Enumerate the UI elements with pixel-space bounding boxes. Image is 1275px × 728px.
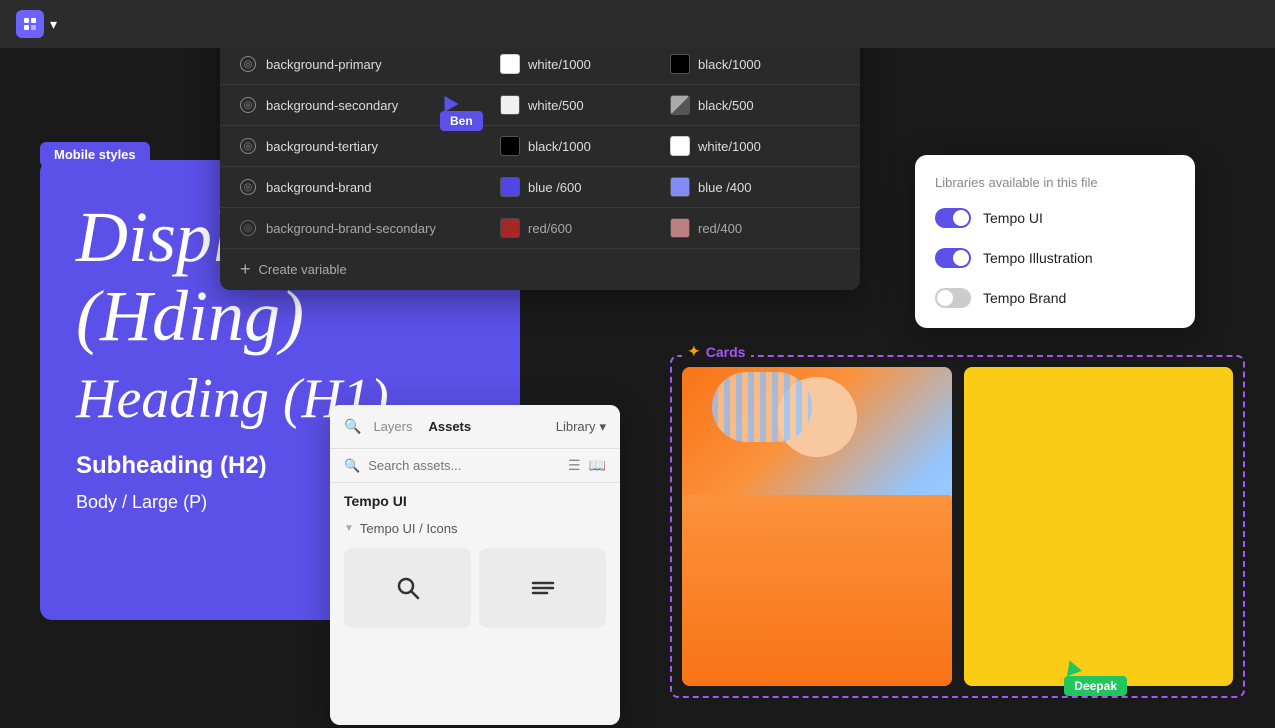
dropdown-chevron-icon: ▾ bbox=[599, 419, 606, 435]
search-icon-small: 🔍 bbox=[344, 458, 360, 474]
assets-panel-header: 🔍 Layers Assets Library ▾ bbox=[330, 405, 620, 449]
var-name: background-primary bbox=[240, 56, 500, 72]
library-dropdown[interactable]: Library ▾ bbox=[556, 419, 606, 435]
cursor-deepak-arrow-icon bbox=[1062, 658, 1082, 677]
card-image-person bbox=[682, 367, 952, 686]
cursor-arrow-icon bbox=[438, 92, 459, 112]
tab-layers[interactable]: Layers bbox=[369, 417, 416, 436]
assets-subsection[interactable]: ▼ Tempo UI / Icons bbox=[330, 515, 620, 540]
dark-swatch bbox=[670, 218, 690, 238]
library-item[interactable]: Tempo Brand bbox=[935, 288, 1175, 308]
book-icon[interactable]: 📖 bbox=[589, 457, 606, 474]
var-dark-value: red/400 bbox=[670, 218, 840, 238]
grid-view-icon[interactable]: ☰ bbox=[568, 457, 581, 474]
var-light-value: white/1000 bbox=[500, 54, 670, 74]
dark-swatch bbox=[670, 136, 690, 156]
assets-panel: 🔍 Layers Assets Library ▾ 🔍 ☰ 📖 Tempo UI… bbox=[330, 405, 620, 725]
table-row[interactable]: background-secondary white/500 black/500 bbox=[220, 85, 860, 126]
var-light-value: red/600 bbox=[500, 218, 670, 238]
cursor-ben: Ben bbox=[440, 95, 483, 131]
library-toggle-tempo-brand[interactable] bbox=[935, 288, 971, 308]
assets-search-row: 🔍 ☰ 📖 bbox=[330, 449, 620, 483]
library-item[interactable]: Tempo UI bbox=[935, 208, 1175, 228]
tab-assets[interactable]: Assets bbox=[424, 417, 475, 436]
var-icon bbox=[240, 97, 256, 113]
table-row[interactable]: background-brand blue /600 blue /400 bbox=[220, 167, 860, 208]
logo-icon bbox=[16, 10, 44, 38]
var-dark-value: black/1000 bbox=[670, 54, 840, 74]
assets-icons-grid bbox=[330, 540, 620, 636]
libraries-title: Libraries available in this file bbox=[935, 175, 1175, 190]
mobile-styles-badge: Mobile styles bbox=[40, 142, 150, 167]
cursor-ben-label: Ben bbox=[440, 111, 483, 131]
light-swatch bbox=[500, 54, 520, 74]
library-dropdown-label: Library bbox=[556, 419, 596, 434]
light-swatch bbox=[500, 177, 520, 197]
cursor-deepak-label: Deepak bbox=[1064, 676, 1127, 696]
cards-label: ✦ Cards bbox=[682, 343, 751, 360]
library-name-tempo-brand: Tempo Brand bbox=[983, 290, 1066, 306]
light-swatch bbox=[500, 136, 520, 156]
search-input[interactable] bbox=[368, 458, 560, 473]
var-name: background-brand bbox=[240, 179, 500, 195]
create-variable-label: Create variable bbox=[259, 262, 347, 277]
cards-star-icon: ✦ bbox=[688, 343, 700, 360]
dark-swatch bbox=[670, 54, 690, 74]
dark-swatch bbox=[670, 177, 690, 197]
dark-swatch bbox=[670, 95, 690, 115]
var-icon bbox=[240, 138, 256, 154]
var-light-value: blue /600 bbox=[500, 177, 670, 197]
assets-section: Tempo UI bbox=[330, 483, 620, 515]
cards-grid bbox=[682, 367, 1233, 686]
card-image-yellow bbox=[964, 367, 1234, 686]
library-item[interactable]: Tempo Illustration bbox=[935, 248, 1175, 268]
library-name-tempo-ui: Tempo UI bbox=[983, 210, 1043, 226]
library-name-tempo-illustration: Tempo Illustration bbox=[983, 250, 1093, 266]
view-icons: ☰ 📖 bbox=[568, 457, 606, 474]
table-row[interactable]: background-tertiary black/1000 white/100… bbox=[220, 126, 860, 167]
asset-icon-menu[interactable] bbox=[479, 548, 606, 628]
library-toggle-tempo-ui[interactable] bbox=[935, 208, 971, 228]
var-name: background-brand-secondary bbox=[240, 220, 500, 236]
var-dark-value: black/500 bbox=[670, 95, 840, 115]
create-variable-row[interactable]: + Create variable bbox=[220, 249, 860, 290]
var-icon bbox=[240, 56, 256, 72]
cards-section: ✦ Cards bbox=[670, 355, 1245, 698]
var-dark-value: blue /400 bbox=[670, 177, 840, 197]
var-dark-value: white/1000 bbox=[670, 136, 840, 156]
var-icon bbox=[240, 220, 256, 236]
card-item-yellow[interactable] bbox=[964, 367, 1234, 686]
table-row[interactable]: background-primary white/1000 black/1000 bbox=[220, 44, 860, 85]
cards-label-text: Cards bbox=[706, 344, 746, 360]
top-bar: ▾ bbox=[0, 0, 1275, 48]
cursor-deepak: Deepak bbox=[1064, 660, 1127, 696]
search-icon: 🔍 bbox=[344, 418, 361, 435]
light-swatch bbox=[500, 95, 520, 115]
assets-subsection-label: Tempo UI / Icons bbox=[360, 521, 458, 536]
table-row[interactable]: background-brand-secondary red/600 red/4… bbox=[220, 208, 860, 249]
card-item-person[interactable] bbox=[682, 367, 952, 686]
var-light-value: black/1000 bbox=[500, 136, 670, 156]
library-toggle-tempo-illustration[interactable] bbox=[935, 248, 971, 268]
libraries-panel: Libraries available in this file Tempo U… bbox=[915, 155, 1195, 328]
var-name: background-tertiary bbox=[240, 138, 500, 154]
top-bar-dropdown[interactable]: ▾ bbox=[50, 16, 57, 33]
collapse-icon: ▼ bbox=[344, 523, 354, 534]
plus-icon: + bbox=[240, 259, 251, 280]
assets-section-title: Tempo UI bbox=[344, 493, 407, 509]
light-swatch bbox=[500, 218, 520, 238]
var-icon bbox=[240, 179, 256, 195]
logo[interactable]: ▾ bbox=[16, 10, 57, 38]
asset-icon-search[interactable] bbox=[344, 548, 471, 628]
var-light-value: white/500 bbox=[500, 95, 670, 115]
